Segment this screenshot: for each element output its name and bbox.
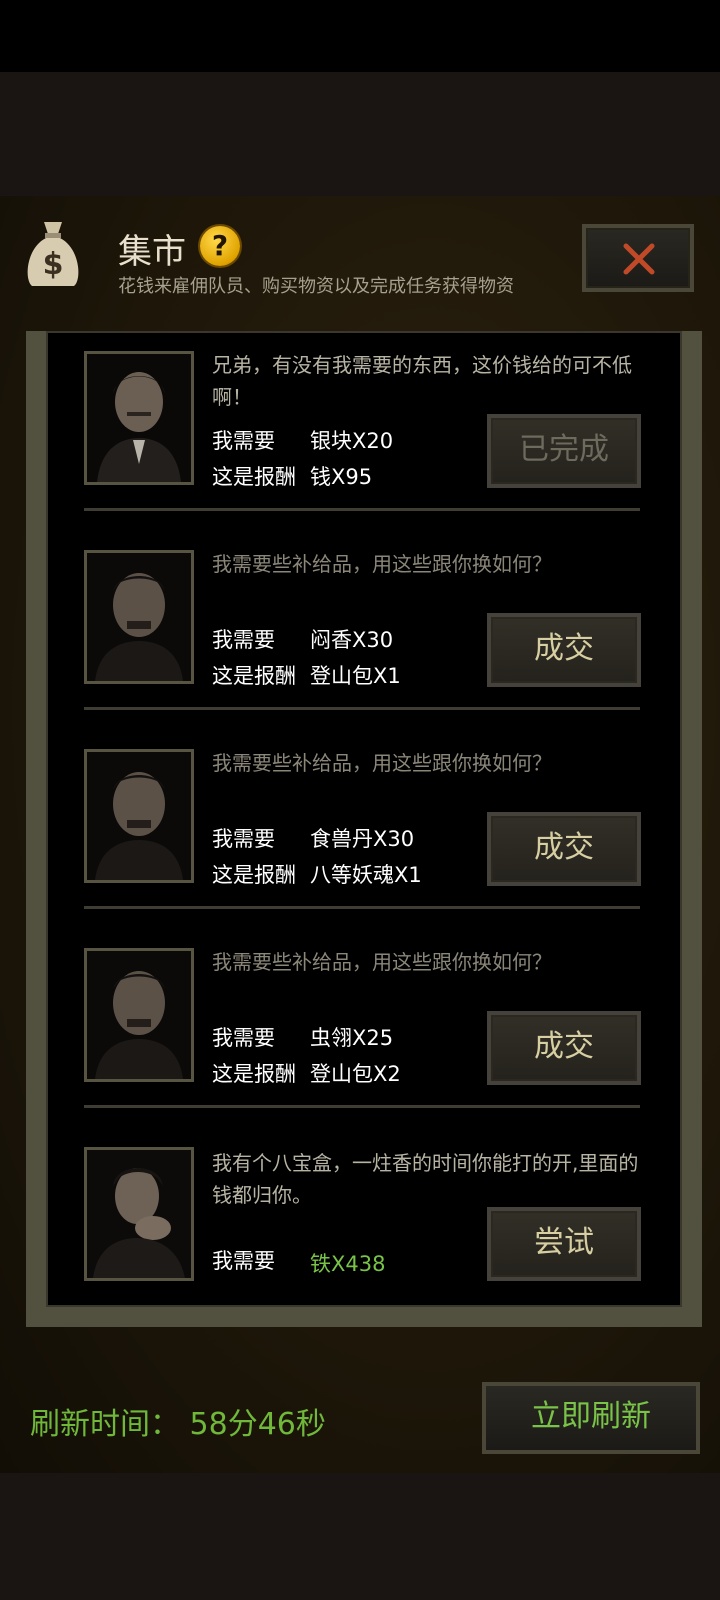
close-button[interactable] [582, 224, 694, 292]
reward-label: 这是报酬 [212, 465, 296, 489]
npc-message: 我有个八宝盒，一炷香的时间你能打的开,里面的钱都归你。 [212, 1151, 639, 1207]
bottom-area [0, 1473, 720, 1600]
npc-portrait [84, 351, 194, 485]
close-icon [623, 243, 655, 275]
reward-label: 这是报酬 [212, 1062, 296, 1086]
list-item: 我有个八宝盒，一炷香的时间你能打的开,里面的钱都归你。 我需要 铁X438 尝试 [52, 1127, 664, 1307]
need-label: 我需要 [212, 1026, 275, 1050]
market-panel: $ 集市 ? 花钱来雇佣队员、购买物资以及完成任务获得物资 兄弟，有没有我需要的… [0, 196, 720, 1473]
list-item: 兄弟，有没有我需要的东西，这价钱给的可不低啊！ 我需要 银块X20 这是报酬 钱… [52, 331, 664, 530]
page-title: 集市 [118, 232, 186, 272]
npc-portrait [84, 550, 194, 684]
divider [84, 508, 640, 511]
divider [84, 707, 640, 710]
need-value: 铁X438 [310, 1252, 386, 1276]
need-value: 闷香X30 [310, 628, 394, 652]
divider [84, 906, 640, 909]
page-subtitle: 花钱来雇佣队员、购买物资以及完成任务获得物资 [118, 276, 514, 297]
list-item: 我需要些补给品，用这些跟你换如何？ 我需要 食兽丹X30 这是报酬 八等妖魂X1… [52, 729, 664, 928]
deal-button[interactable]: 成交 [487, 1011, 641, 1085]
reward-label: 这是报酬 [212, 863, 296, 887]
task-list-frame: 兄弟，有没有我需要的东西，这价钱给的可不低啊！ 我需要 银块X20 这是报酬 钱… [26, 331, 702, 1327]
try-button[interactable]: 尝试 [487, 1207, 641, 1281]
npc-portrait [84, 948, 194, 1082]
need-label: 我需要 [212, 1249, 275, 1273]
deal-button[interactable]: 成交 [487, 613, 641, 687]
need-label: 我需要 [212, 827, 275, 851]
svg-text:$: $ [43, 247, 64, 282]
npc-message: 兄弟，有没有我需要的东西，这价钱给的可不低啊！ [212, 353, 632, 409]
need-value: 虫翎X25 [310, 1026, 394, 1050]
list-item: 我需要些补给品，用这些跟你换如何？ 我需要 闷香X30 这是报酬 登山包X1 成… [52, 530, 664, 729]
deal-button[interactable]: 成交 [487, 812, 641, 886]
npc-portrait [84, 749, 194, 883]
npc-message: 我需要些补给品，用这些跟你换如何？ [212, 552, 552, 576]
need-label: 我需要 [212, 429, 275, 453]
npc-portrait [84, 1147, 194, 1281]
money-bag-icon: $ [22, 218, 84, 290]
npc-message: 我需要些补给品，用这些跟你换如何？ [212, 751, 552, 775]
reward-value: 钱X95 [310, 465, 373, 489]
reward-value: 八等妖魂X1 [310, 863, 422, 887]
refresh-timer: 刷新时间： 58分46秒 [30, 1407, 326, 1442]
completed-button[interactable]: 已完成 [487, 414, 641, 488]
need-value: 银块X20 [310, 429, 394, 453]
reward-value: 登山包X2 [310, 1062, 401, 1086]
divider [84, 1105, 640, 1108]
status-bar [0, 0, 720, 72]
reward-value: 登山包X1 [310, 664, 401, 688]
need-value: 食兽丹X30 [310, 827, 415, 851]
npc-message: 我需要些补给品，用这些跟你换如何？ [212, 950, 552, 974]
task-list[interactable]: 兄弟，有没有我需要的东西，这价钱给的可不低啊！ 我需要 银块X20 这是报酬 钱… [52, 331, 664, 1307]
market-header: $ 集市 ? 花钱来雇佣队员、购买物资以及完成任务获得物资 [0, 196, 720, 331]
list-item: 我需要些补给品，用这些跟你换如何？ 我需要 虫翎X25 这是报酬 登山包X2 成… [52, 928, 664, 1127]
reward-label: 这是报酬 [212, 664, 296, 688]
need-label: 我需要 [212, 628, 275, 652]
help-icon[interactable]: ? [200, 226, 240, 266]
refresh-now-button[interactable]: 立即刷新 [482, 1382, 700, 1454]
